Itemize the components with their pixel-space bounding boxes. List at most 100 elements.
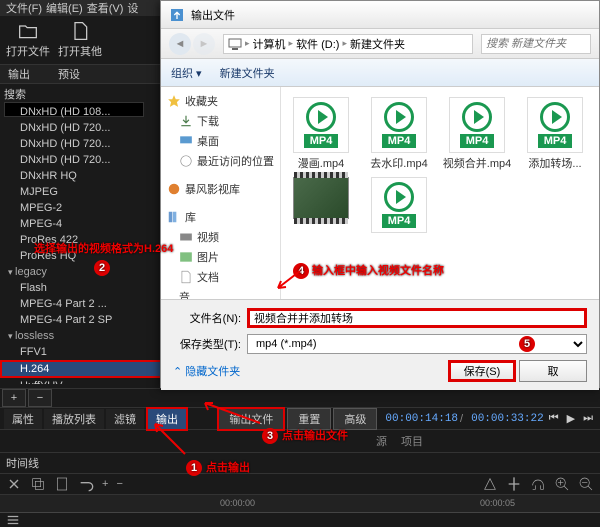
ruler-tick: 00:00:00 (220, 498, 255, 508)
menu-edit[interactable]: 编辑(E) (46, 0, 83, 16)
time-duration: 00:00:33:22 (471, 413, 544, 425)
menu-icon[interactable] (6, 513, 20, 527)
dialog-search-input[interactable] (481, 34, 591, 54)
star-icon (167, 94, 181, 108)
menu-file[interactable]: 文件(F) (6, 0, 42, 16)
open-other-button[interactable]: 打开其他 (58, 21, 102, 59)
filetype-select[interactable]: mp4 (*.mp4) (247, 334, 587, 354)
chevron-up-icon: ⌃ (173, 365, 182, 378)
cancel-button[interactable]: 取 (519, 360, 587, 382)
bc-item[interactable]: 新建文件夹 (350, 36, 405, 52)
headphones-icon[interactable] (530, 476, 546, 492)
mp4-play-icon (462, 102, 492, 132)
preset-header: 预设 (58, 66, 80, 82)
dialog-title: 输出文件 (191, 7, 235, 23)
tab-playlist[interactable]: 播放列表 (44, 409, 104, 429)
tab-output[interactable]: 输出 (146, 407, 188, 431)
file-item[interactable]: MP4去水印.mp4 (363, 97, 435, 171)
side-favorites[interactable]: 收藏夹 (165, 91, 276, 111)
organize-menu[interactable]: 组织 ▾ (171, 65, 202, 81)
nav-back-icon[interactable]: ◄ (169, 33, 191, 55)
side-pictures[interactable]: 图片 (165, 247, 276, 267)
skip-start-icon[interactable]: ⏮ (546, 412, 562, 425)
file-item[interactable]: 画中画... (519, 87, 591, 91)
recent-icon (179, 154, 193, 168)
paste-icon[interactable] (54, 476, 70, 492)
output-header: 输出 (8, 66, 58, 82)
side-videos[interactable]: 视频 (165, 227, 276, 247)
mp4-play-icon (384, 182, 414, 212)
reset-button[interactable]: 重置 (287, 408, 331, 430)
video-icon (179, 230, 193, 244)
mp4-play-icon (384, 102, 414, 132)
nav-fwd-icon[interactable]: ► (193, 33, 215, 55)
time-current: 00:00:14:18 (385, 413, 458, 425)
file-item[interactable]: MP4漫画.mp4 (285, 97, 357, 171)
download-icon (179, 114, 193, 128)
mp4-play-icon (540, 102, 570, 132)
mp4-play-icon (306, 102, 336, 132)
file-item[interactable]: 叠加视频.mp4 (363, 87, 435, 91)
save-dialog: 输出文件 ◄ ► ▸计算机 ▸软件 (D:) ▸新建文件夹 组织 ▾ 新建文件夹… (160, 0, 600, 388)
output-file-button[interactable]: 输出文件 (217, 407, 285, 431)
open-file-button[interactable]: 打开文件 (6, 21, 50, 59)
zoom-in-icon[interactable] (554, 476, 570, 492)
advanced-button[interactable]: 高级 (333, 408, 377, 430)
undo-icon[interactable] (78, 476, 94, 492)
ruler-tick: 00:00:05 (480, 498, 515, 508)
save-button[interactable]: 保存(S) (448, 360, 516, 382)
search-label: 搜索 (4, 89, 26, 101)
dialog-sidebar: 收藏夹 下载 桌面 最近访问的位置 暴风影视库 库 视频 图片 文档 音 (161, 87, 281, 299)
file-item[interactable]: MP4视频合并.mp4 (441, 97, 513, 171)
file-item[interactable]: PY.mp4 (285, 87, 357, 91)
bc-item[interactable]: 软件 (D:) (296, 36, 339, 52)
side-recent[interactable]: 最近访问的位置 (165, 151, 276, 171)
timeline-heading: 时间线 (0, 452, 600, 473)
side-storm[interactable]: 暴风影视库 (165, 179, 276, 199)
storm-icon (167, 182, 181, 196)
timeline-ruler[interactable]: 00:00:00 00:00:05 (0, 495, 600, 513)
copy-icon[interactable] (30, 476, 46, 492)
split-icon[interactable] (506, 476, 522, 492)
desktop-icon (179, 134, 193, 148)
project-label: 项目 (401, 433, 423, 449)
video-thumbnail (293, 177, 349, 219)
cut-icon[interactable] (6, 476, 22, 492)
tab-filters[interactable]: 滤镜 (106, 409, 144, 429)
menu-settings[interactable]: 设 (127, 0, 138, 16)
remove-button[interactable]: − (28, 389, 52, 407)
newfolder-button[interactable]: 新建文件夹 (220, 65, 275, 81)
folder-open-icon (18, 21, 38, 41)
open-other-label: 打开其他 (58, 43, 102, 59)
side-libraries[interactable]: 库 (165, 207, 276, 227)
tab-properties[interactable]: 属性 (4, 409, 42, 429)
library-icon (167, 210, 181, 224)
bc-item[interactable]: 计算机 (253, 36, 286, 52)
zoom-out-icon[interactable] (578, 476, 594, 492)
marker-icon[interactable] (482, 476, 498, 492)
add-button[interactable]: + (2, 389, 26, 407)
side-music[interactable]: 音 (165, 287, 276, 299)
source-label: 源 (376, 433, 387, 449)
filename-label: 文件名(N): (173, 310, 241, 326)
side-downloads[interactable]: 下载 (165, 111, 276, 131)
file-item[interactable]: 分屏.mp4 (441, 87, 513, 91)
computer-icon (228, 37, 242, 51)
menu-view[interactable]: 查看(V) (87, 0, 124, 16)
open-file-label: 打开文件 (6, 43, 50, 59)
skip-end-icon[interactable]: ⏭ (580, 412, 596, 425)
side-desktop[interactable]: 桌面 (165, 131, 276, 151)
file-grid[interactable]: PY.mp4 叠加视频.mp4 分屏.mp4 画中画... MP4漫画.mp4 … (281, 87, 599, 299)
play-icon[interactable]: ▶ (564, 412, 578, 425)
side-documents[interactable]: 文档 (165, 267, 276, 287)
file-item[interactable] (285, 177, 357, 233)
file-icon (70, 21, 90, 41)
file-item[interactable]: MP4添加转场... (519, 97, 591, 171)
export-icon (169, 7, 185, 23)
filename-input[interactable] (247, 308, 587, 328)
document-icon (179, 270, 193, 284)
file-item[interactable]: MP4 (363, 177, 435, 233)
filetype-label: 保存类型(T): (173, 336, 241, 352)
breadcrumb[interactable]: ▸计算机 ▸软件 (D:) ▸新建文件夹 (223, 34, 473, 54)
hide-folders-toggle[interactable]: ⌃隐藏文件夹 (173, 363, 240, 379)
